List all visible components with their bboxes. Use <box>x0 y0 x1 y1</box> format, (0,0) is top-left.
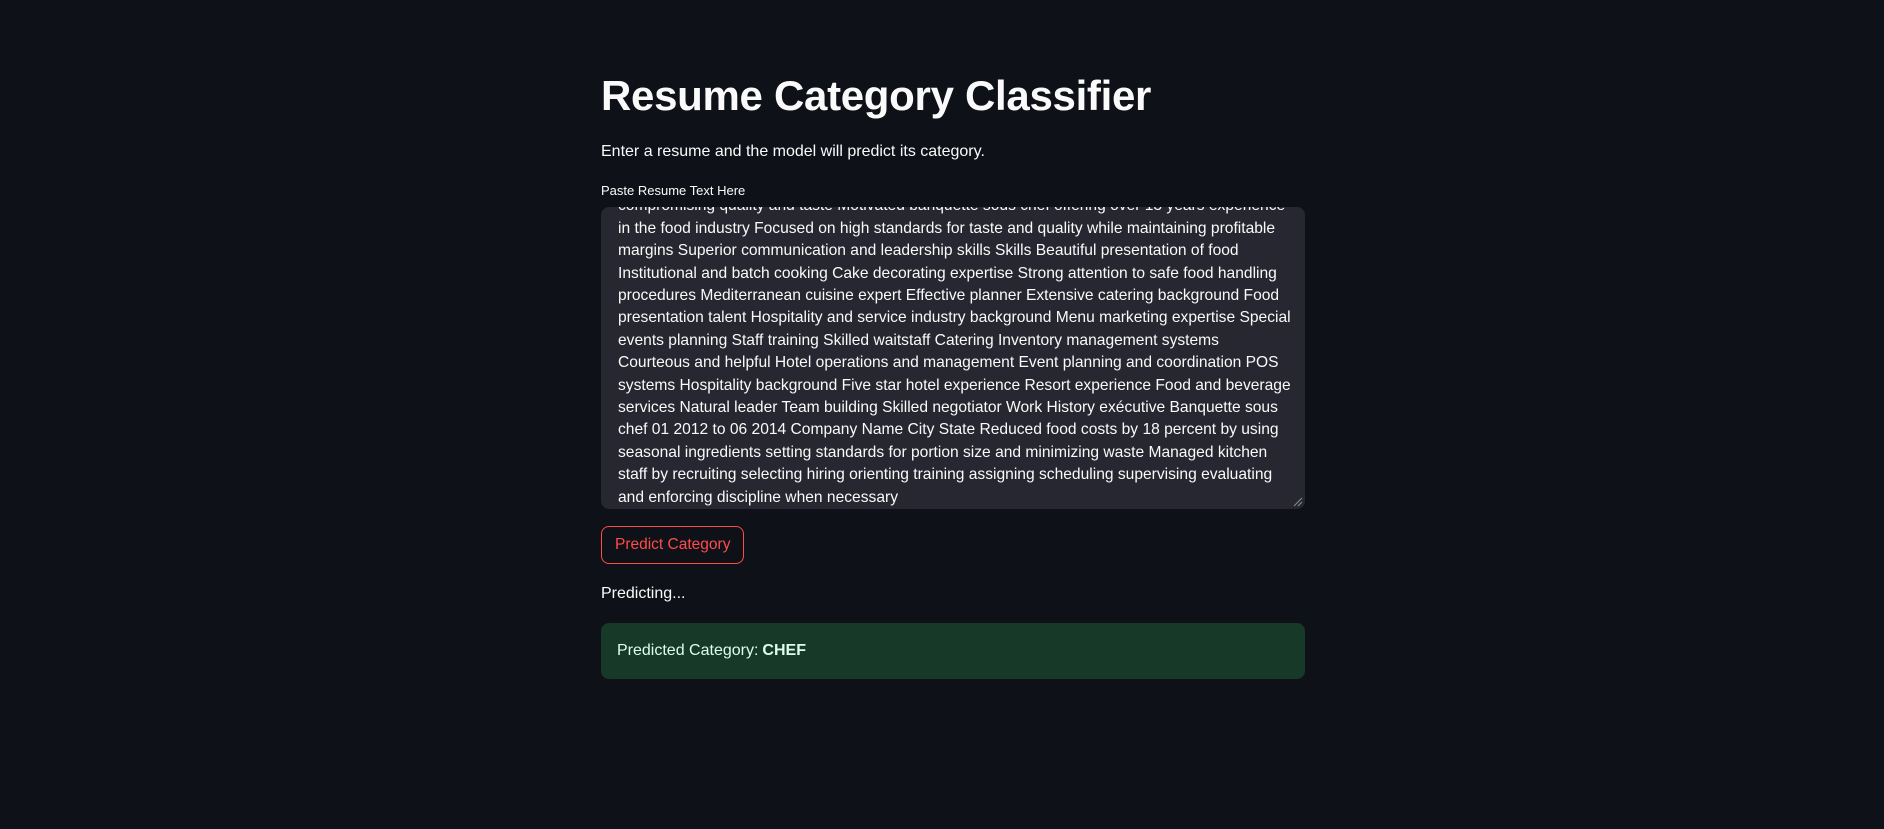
predict-category-button[interactable]: Predict Category <box>601 526 745 564</box>
resume-input-label: Paste Resume Text Here <box>601 183 746 198</box>
result-prefix: Predicted Category: <box>617 642 759 659</box>
page-subtitle: Enter a resume and the model will predic… <box>601 143 985 160</box>
page-title: Resume Category Classifier <box>601 72 1152 119</box>
result-category: CHEF <box>762 642 806 659</box>
resume-textarea[interactable]: compromising quality and taste Motivated… <box>601 207 1305 509</box>
status-text: Predicting... <box>601 585 686 602</box>
resize-handle-icon[interactable] <box>1291 495 1303 507</box>
resume-text-value[interactable]: compromising quality and taste Motivated… <box>618 207 1291 509</box>
prediction-result-alert: Predicted Category: CHEF <box>601 623 1305 679</box>
